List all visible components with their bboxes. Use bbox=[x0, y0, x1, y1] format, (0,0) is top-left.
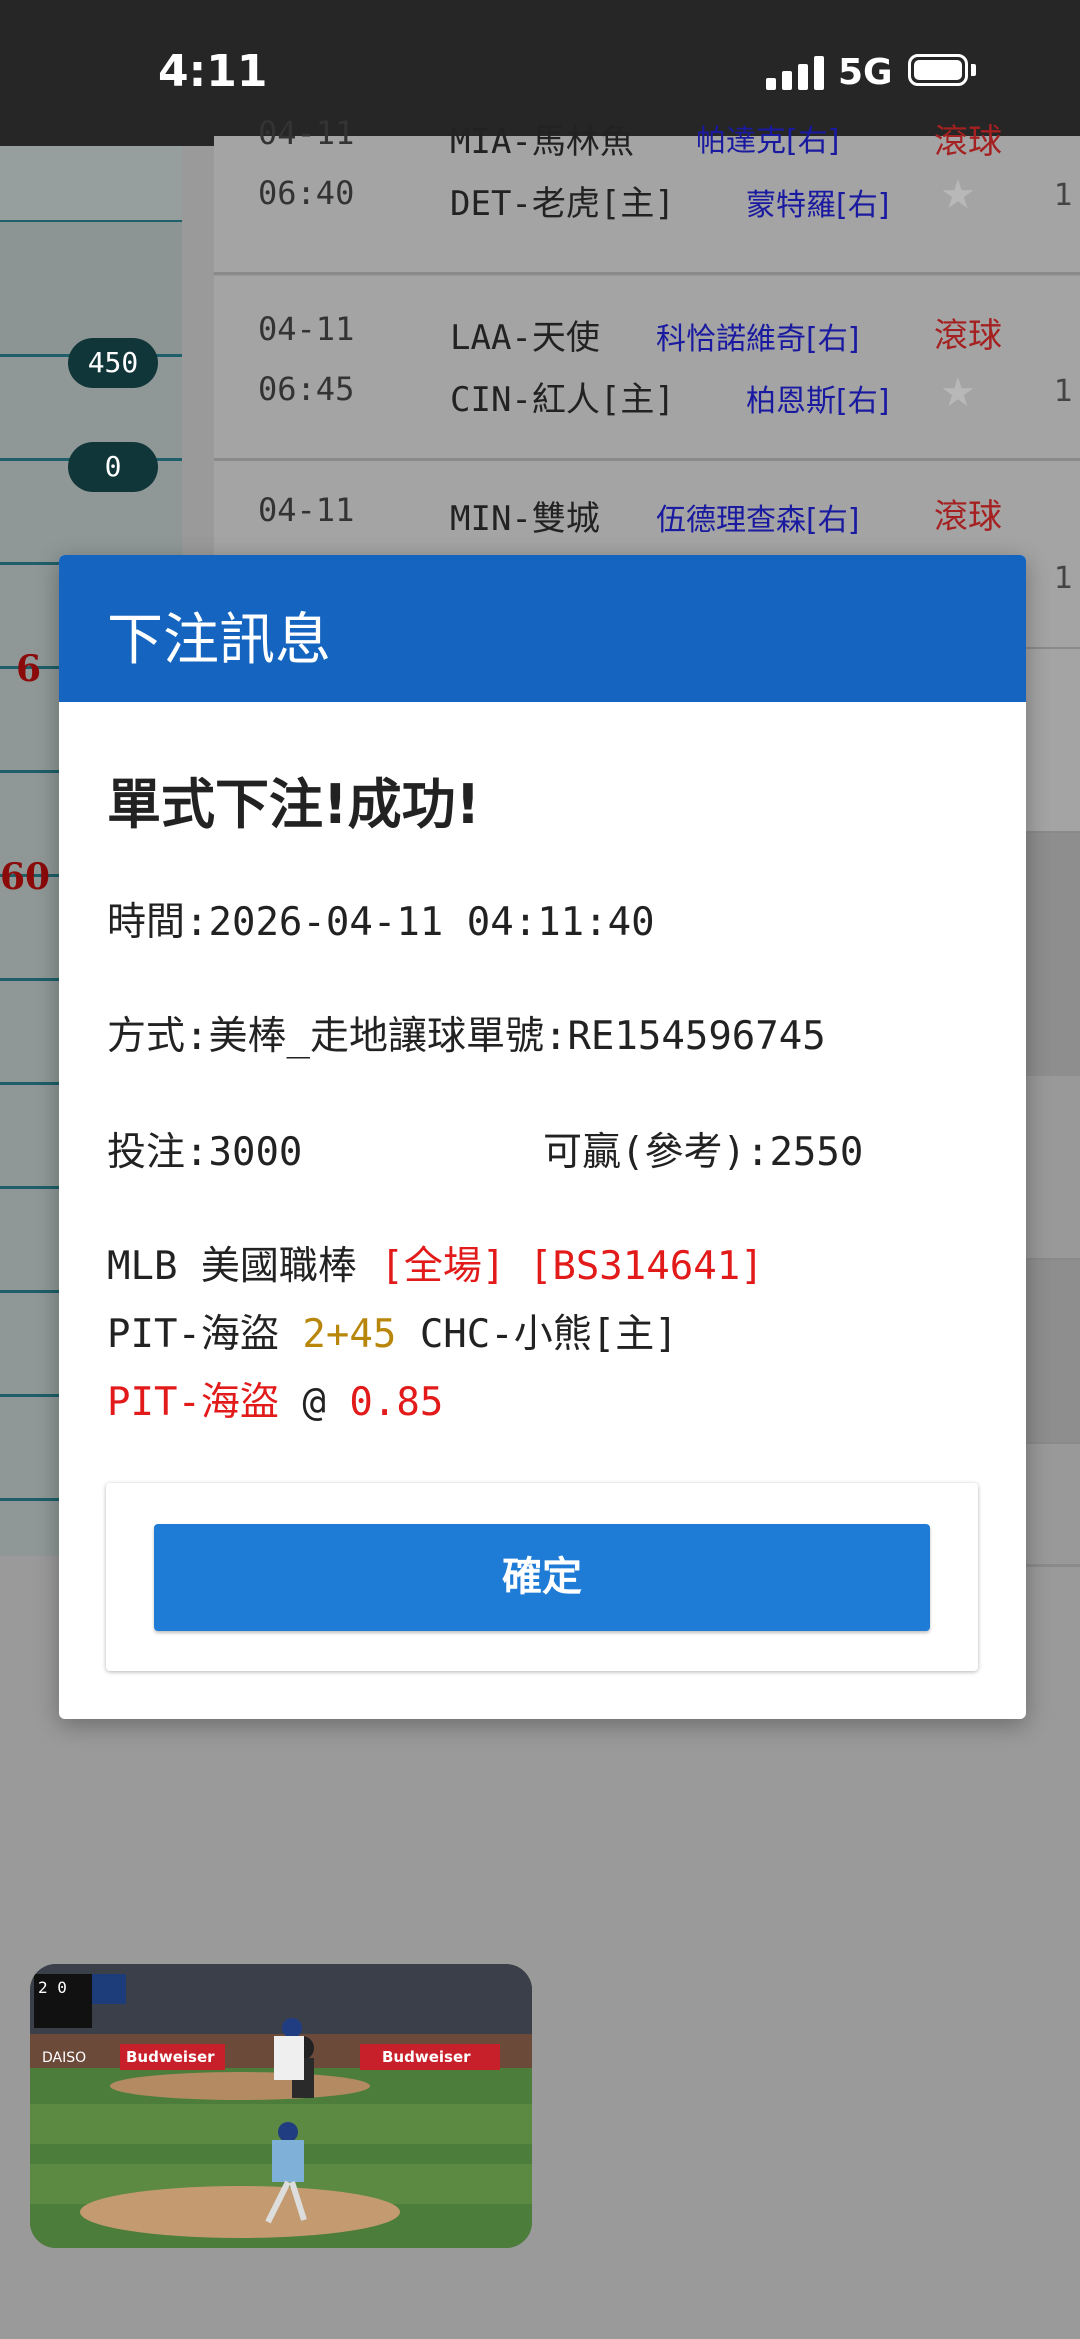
picture-in-picture-video[interactable]: 2 0 Budweiser Budweiser DAISO bbox=[30, 1964, 532, 2248]
picked-team: PIT-海盜 bbox=[107, 1380, 279, 1425]
cellular-signal-icon bbox=[766, 56, 824, 90]
confirm-card: 確定 bbox=[106, 1483, 978, 1671]
bet-method-ticket: 方式:美棒_走地讓球單號:RE154596745 bbox=[107, 1014, 826, 1059]
dialog-title: 下注訊息 bbox=[107, 608, 331, 673]
handicap-value: 2+45 bbox=[302, 1312, 397, 1357]
video-ad-banner: Budweiser bbox=[126, 2048, 215, 2066]
pick-line: PIT-海盜 @ 0.85 bbox=[107, 1371, 443, 1427]
status-time: 4:11 bbox=[158, 46, 268, 97]
matchup-line: PIT-海盜 2+45 CHC-小熊[主] bbox=[107, 1303, 678, 1359]
home-team-name: CHC-小熊[主] bbox=[419, 1312, 678, 1357]
potential-win: 可贏(參考):2550 bbox=[543, 1130, 864, 1175]
away-team-name: PIT-海盜 bbox=[107, 1312, 279, 1357]
league-name: MLB 美國職棒 bbox=[107, 1244, 357, 1289]
video-ad-banner: Budweiser bbox=[382, 2048, 471, 2066]
video-frame bbox=[30, 1964, 532, 2248]
stake-amount: 投注:3000 bbox=[107, 1130, 303, 1175]
bet-period: [全場] bbox=[380, 1244, 506, 1289]
bet-time: 時間:2026-04-11 04:11:40 bbox=[107, 900, 655, 945]
bet-info-dialog: 下注訊息 單式下注!成功! 時間:2026-04-11 04:11:40 方式:… bbox=[59, 555, 1026, 1719]
game-ticket-id: [BS314641] bbox=[528, 1244, 764, 1289]
bet-result-message: 單式下注!成功! bbox=[107, 773, 481, 836]
network-type: 5G bbox=[838, 52, 893, 93]
dialog-header: 下注訊息 bbox=[59, 555, 1026, 702]
battery-icon bbox=[908, 54, 968, 86]
video-scoreboard: 2 0 bbox=[38, 1978, 67, 1997]
at-symbol: @ bbox=[302, 1380, 326, 1425]
odds-value: 0.85 bbox=[349, 1380, 444, 1425]
confirm-button[interactable]: 確定 bbox=[154, 1524, 930, 1631]
battery-tip bbox=[971, 64, 976, 76]
video-sponsor: DAISO bbox=[42, 2050, 87, 2066]
league-line: MLB 美國職棒 [全場] [BS314641] bbox=[107, 1235, 764, 1291]
